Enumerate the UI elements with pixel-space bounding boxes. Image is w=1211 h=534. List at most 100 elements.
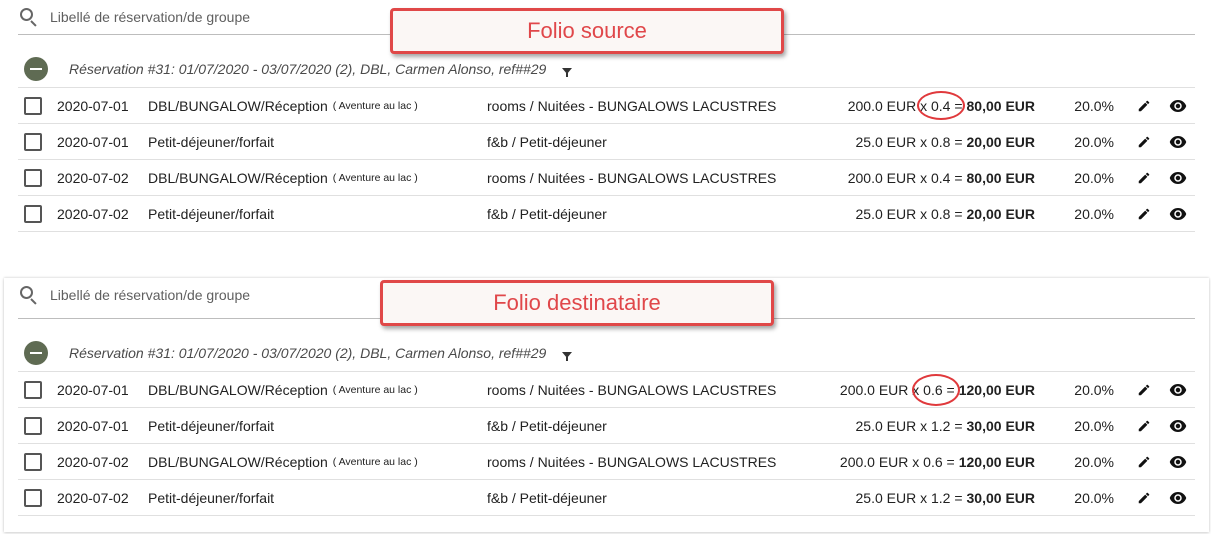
- row-amount-total: 30,00 EUR: [966, 418, 1035, 434]
- row-label-main: Petit-déjeuner/forfait: [148, 490, 275, 506]
- reservation-group-title: Réservation #31: 01/07/2020 - 03/07/2020…: [69, 61, 547, 77]
- row-account: f&b / Petit-déjeuner: [487, 490, 607, 506]
- pencil-icon[interactable]: [1135, 480, 1153, 516]
- row-label-main: Petit-déjeuner/forfait: [148, 418, 275, 434]
- row-date: 2020-07-01: [57, 98, 129, 114]
- row-label-package: ( Aventure au lac ): [332, 100, 418, 112]
- collapse-minus-icon[interactable]: [24, 341, 48, 365]
- row-date: 2020-07-02: [57, 206, 129, 222]
- row-checkbox[interactable]: [24, 417, 42, 435]
- multiplier-highlight-destination: [912, 374, 960, 406]
- row-account: rooms / Nuitées - BUNGALOWS LACUSTRES: [487, 454, 777, 470]
- reservation-group-header: Réservation #31: 01/07/2020 - 03/07/2020…: [20, 51, 1195, 87]
- row-amount-formula: 25.0 EUR x 0.8 =: [855, 134, 963, 150]
- row-amount-total: 120,00 EUR: [958, 454, 1035, 470]
- eye-icon[interactable]: [1169, 372, 1187, 408]
- row-date: 2020-07-02: [57, 490, 129, 506]
- row-checkbox[interactable]: [24, 205, 42, 223]
- row-label: DBL/BUNGALOW/Réception ( Aventure au lac …: [148, 372, 418, 408]
- row-tax-rate: 20.0%: [1074, 134, 1114, 150]
- row-checkbox[interactable]: [24, 489, 42, 507]
- row-checkbox[interactable]: [24, 97, 42, 115]
- row-amount-total: 20,00 EUR: [966, 206, 1035, 222]
- search-bar[interactable]: Libellé de réservation/de groupe: [20, 280, 250, 310]
- row-date: 2020-07-01: [57, 134, 129, 150]
- row-amount-formula: 25.0 EUR x 0.8 =: [855, 206, 963, 222]
- row-amount-total: 30,00 EUR: [966, 490, 1035, 506]
- row-account: rooms / Nuitées - BUNGALOWS LACUSTRES: [487, 382, 777, 398]
- pencil-icon[interactable]: [1135, 444, 1153, 480]
- pencil-icon[interactable]: [1135, 408, 1153, 444]
- row-amount: 25.0 EUR x 1.2 = 30,00 EUR: [856, 480, 1036, 516]
- pencil-icon[interactable]: [1135, 372, 1153, 408]
- eye-icon[interactable]: [1169, 408, 1187, 444]
- row-label: DBL/BUNGALOW/Réception ( Aventure au lac …: [148, 88, 418, 124]
- pencil-icon[interactable]: [1135, 196, 1153, 232]
- row-amount-total: 80,00 EUR: [966, 170, 1035, 186]
- table-row[interactable]: 2020-07-01 Petit-déjeuner/forfait f&b / Pe…: [18, 124, 1195, 160]
- row-date: 2020-07-01: [57, 382, 129, 398]
- eye-icon[interactable]: [1169, 124, 1187, 160]
- table-row[interactable]: 2020-07-01 DBL/BUNGALOW/Réception ( Aventu…: [18, 88, 1195, 124]
- row-tax-rate: 20.0%: [1074, 98, 1114, 114]
- table-row[interactable]: 2020-07-02 Petit-déjeuner/forfait f&b / Pe…: [18, 196, 1195, 232]
- row-amount: 25.0 EUR x 1.2 = 30,00 EUR: [856, 408, 1036, 444]
- row-label-main: DBL/BUNGALOW/Réception: [148, 170, 328, 186]
- row-account: rooms / Nuitées - BUNGALOWS LACUSTRES: [487, 170, 777, 186]
- row-label: Petit-déjeuner/forfait: [148, 480, 279, 516]
- table-row[interactable]: 2020-07-01 DBL/BUNGALOW/Réception ( Aventu…: [18, 372, 1195, 408]
- eye-icon[interactable]: [1169, 88, 1187, 124]
- row-account: rooms / Nuitées - BUNGALOWS LACUSTRES: [487, 98, 777, 114]
- row-amount: 25.0 EUR x 0.8 = 20,00 EUR: [856, 196, 1036, 232]
- row-tax-rate: 20.0%: [1074, 206, 1114, 222]
- multiplier-highlight-source: [917, 91, 965, 120]
- eye-icon[interactable]: [1169, 480, 1187, 516]
- row-amount-formula: 25.0 EUR x 1.2 =: [855, 490, 963, 506]
- row-label: DBL/BUNGALOW/Réception ( Aventure au lac …: [148, 160, 418, 196]
- table-row[interactable]: 2020-07-02 DBL/BUNGALOW/Réception ( Aventu…: [18, 444, 1195, 480]
- row-checkbox[interactable]: [24, 381, 42, 399]
- row-checkbox[interactable]: [24, 169, 42, 187]
- row-account: f&b / Petit-déjeuner: [487, 134, 607, 150]
- row-amount-total: 80,00 EUR: [966, 98, 1035, 114]
- search-bar[interactable]: Libellé de réservation/de groupe: [20, 2, 250, 32]
- table-row[interactable]: 2020-07-02 DBL/BUNGALOW/Réception ( Aventu…: [18, 160, 1195, 196]
- row-account: f&b / Petit-déjeuner: [487, 418, 607, 434]
- row-amount-total: 120,00 EUR: [958, 382, 1035, 398]
- collapse-minus-icon[interactable]: [24, 57, 48, 81]
- table-row[interactable]: 2020-07-02 Petit-déjeuner/forfait f&b / Pe…: [18, 480, 1195, 516]
- filter-icon[interactable]: [562, 352, 573, 361]
- pencil-icon[interactable]: [1135, 124, 1153, 160]
- row-label-main: Petit-déjeuner/forfait: [148, 206, 275, 222]
- row-label: Petit-déjeuner/forfait: [148, 196, 279, 232]
- pencil-icon[interactable]: [1135, 160, 1153, 196]
- pencil-icon[interactable]: [1135, 88, 1153, 124]
- reservation-group-header: Réservation #31: 01/07/2020 - 03/07/2020…: [20, 335, 1193, 371]
- folio-lines: 2020-07-01 DBL/BUNGALOW/Réception ( Aventu…: [18, 371, 1195, 516]
- reservation-group-title: Réservation #31: 01/07/2020 - 03/07/2020…: [69, 345, 547, 361]
- eye-icon[interactable]: [1169, 160, 1187, 196]
- folio-source-callout: Folio source: [390, 8, 784, 54]
- row-checkbox[interactable]: [24, 453, 42, 471]
- row-label-main: DBL/BUNGALOW/Réception: [148, 98, 328, 114]
- row-date: 2020-07-02: [57, 454, 129, 470]
- row-label: Petit-déjeuner/forfait: [148, 408, 279, 444]
- row-tax-rate: 20.0%: [1074, 454, 1114, 470]
- eye-icon[interactable]: [1169, 196, 1187, 232]
- row-tax-rate: 20.0%: [1074, 382, 1114, 398]
- folio-lines: 2020-07-01 DBL/BUNGALOW/Réception ( Aventu…: [18, 87, 1195, 232]
- search-icon: [20, 8, 38, 27]
- row-label-main: DBL/BUNGALOW/Réception: [148, 382, 328, 398]
- search-placeholder[interactable]: Libellé de réservation/de groupe: [50, 287, 250, 303]
- row-date: 2020-07-01: [57, 418, 129, 434]
- panel-gap: [0, 246, 1211, 278]
- row-amount: 200.0 EUR x 0.6 = 120,00 EUR: [840, 444, 1035, 480]
- row-label-main: Petit-déjeuner/forfait: [148, 134, 275, 150]
- table-row[interactable]: 2020-07-01 Petit-déjeuner/forfait f&b / Pe…: [18, 408, 1195, 444]
- search-placeholder[interactable]: Libellé de réservation/de groupe: [50, 9, 250, 25]
- filter-icon[interactable]: [562, 68, 573, 77]
- eye-icon[interactable]: [1169, 444, 1187, 480]
- row-amount-formula: 200.0 EUR x 0.6 =: [839, 454, 955, 470]
- row-amount-total: 20,00 EUR: [966, 134, 1035, 150]
- row-checkbox[interactable]: [24, 133, 42, 151]
